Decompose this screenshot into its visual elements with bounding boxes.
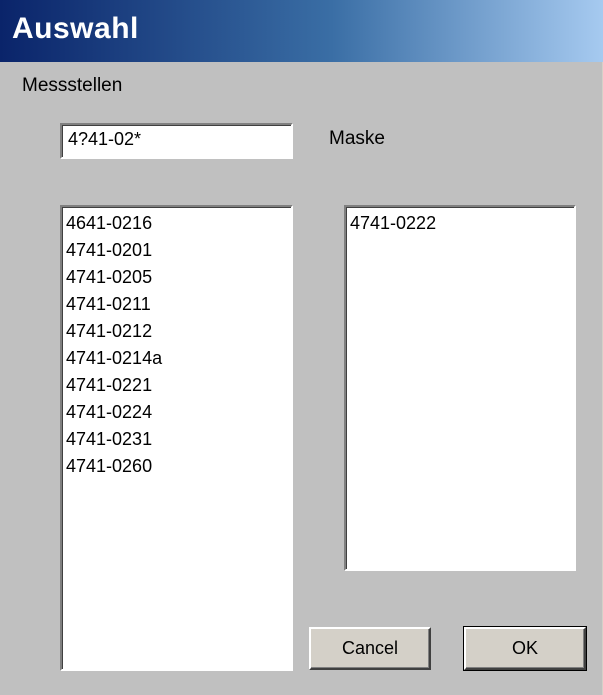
available-list[interactable]: 4641-0216 4741-0201 4741-0205 4741-0211 … (60, 205, 293, 671)
list-item[interactable]: 4741-0212 (66, 318, 287, 345)
window-title: Auswahl (12, 12, 139, 45)
mask-input[interactable] (62, 125, 291, 154)
list-item[interactable]: 4741-0222 (350, 210, 570, 237)
maske-label: Maske (329, 128, 385, 149)
list-item[interactable]: 4741-0205 (66, 264, 287, 291)
list-item[interactable]: 4741-0260 (66, 453, 287, 480)
selected-list[interactable]: 4741-0222 (344, 205, 576, 571)
messstellen-label: Messstellen (22, 75, 123, 96)
title-bar[interactable]: Auswahl (0, 0, 603, 62)
list-item[interactable]: 4741-0201 (66, 237, 287, 264)
list-item[interactable]: 4741-0221 (66, 372, 287, 399)
list-item[interactable]: 4641-0216 (66, 210, 287, 237)
list-item[interactable]: 4741-0231 (66, 426, 287, 453)
list-item[interactable]: 4741-0214a (66, 345, 287, 372)
list-item[interactable]: 4741-0224 (66, 399, 287, 426)
list-item[interactable]: 4741-0211 (66, 291, 287, 318)
dialog-window: Auswahl Messstellen Maske 4641-0216 4741… (0, 0, 603, 695)
ok-button[interactable]: OK (463, 626, 587, 671)
cancel-button[interactable]: Cancel (309, 627, 431, 670)
mask-input-field[interactable] (60, 123, 293, 159)
